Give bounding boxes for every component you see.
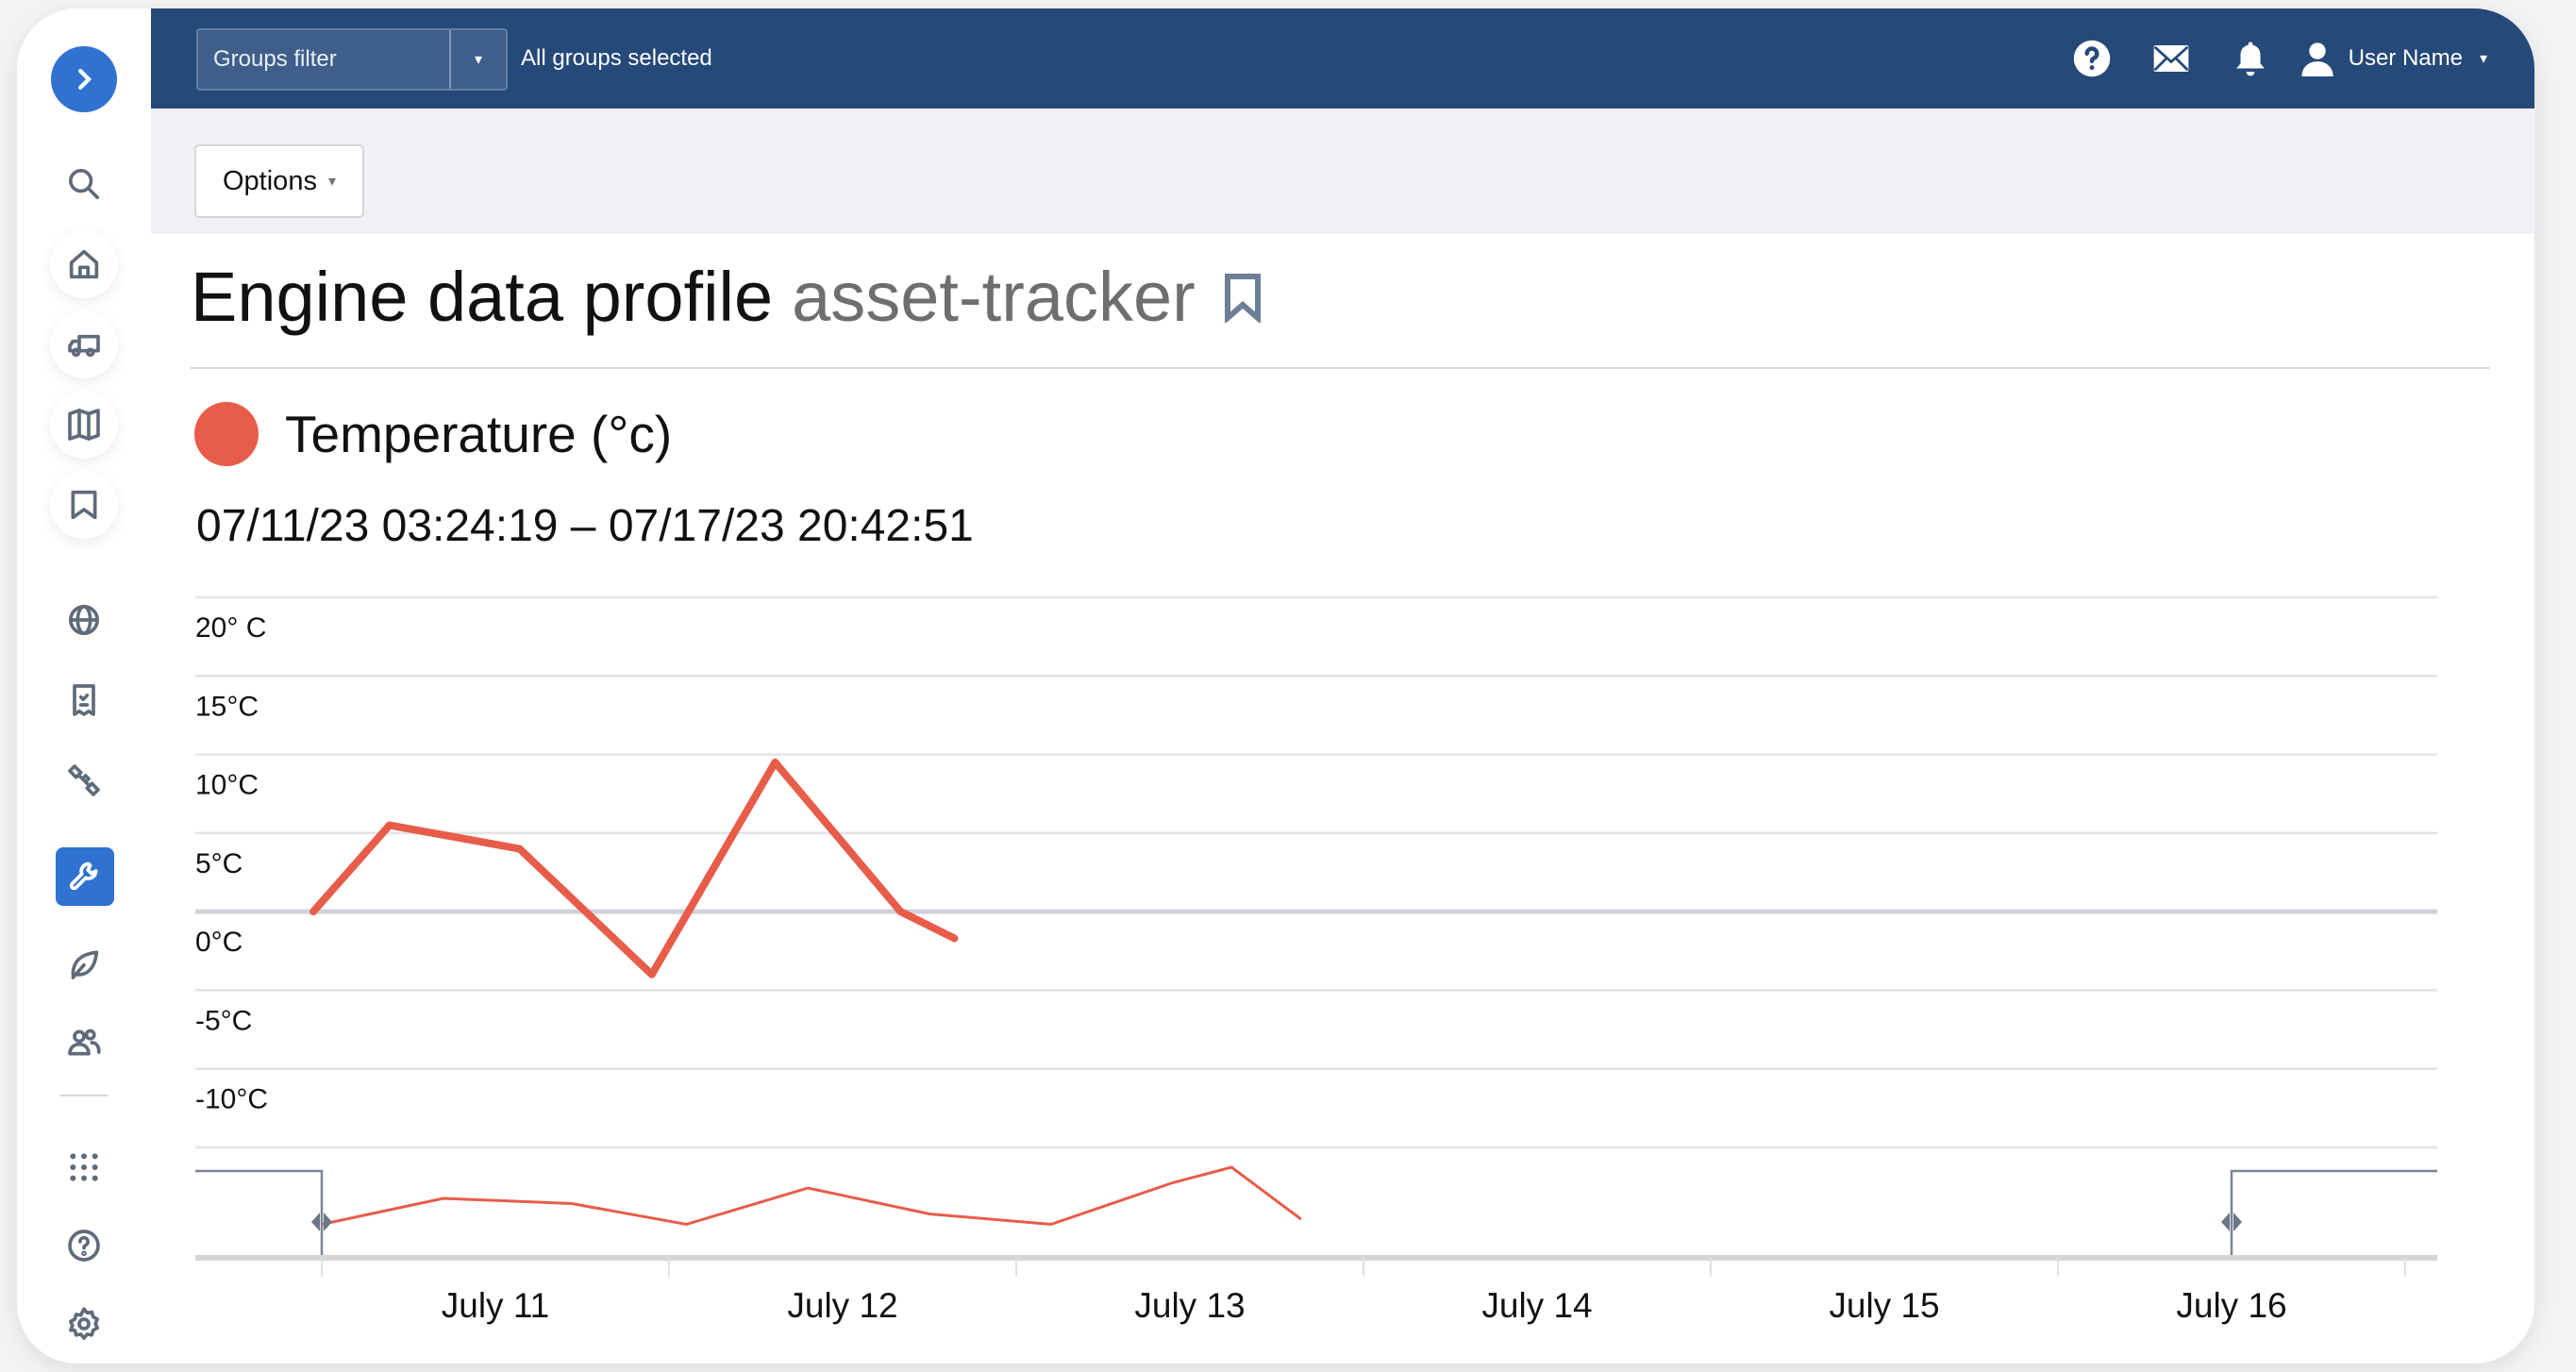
temperature-chart: 20° C 15°C 10°C 5°C 0°C -5°C -10°C July 11 July … [195,595,2437,1325]
x-tick-label: July 15 [1829,1286,1939,1325]
y-tick-label: 15°C [195,691,259,722]
navigator-left-mask-outline [195,1169,324,1255]
navigator-series-line [321,1165,1302,1227]
x-tick-label: July 16 [2176,1286,2286,1325]
x-tick-label: July 11 [442,1286,550,1325]
y-tick-label: 20° C [195,612,266,644]
x-tick-label: July 13 [1134,1286,1245,1325]
x-tick-label: July 12 [787,1286,897,1325]
y-tick-label: 0°C [195,927,243,958]
y-tick-label: -10°C [195,1084,268,1115]
app-window: Groups filter ▾ All groups selected User… [17,8,2534,1364]
y-tick-label: 10°C [195,770,259,801]
y-tick-label: 5°C [195,848,243,879]
x-tick-label: July 14 [1481,1286,1592,1325]
y-tick-label: -5°C [195,1005,252,1036]
navigator-right-mask-outline [2230,1169,2437,1255]
temperature-series-line [309,758,959,979]
